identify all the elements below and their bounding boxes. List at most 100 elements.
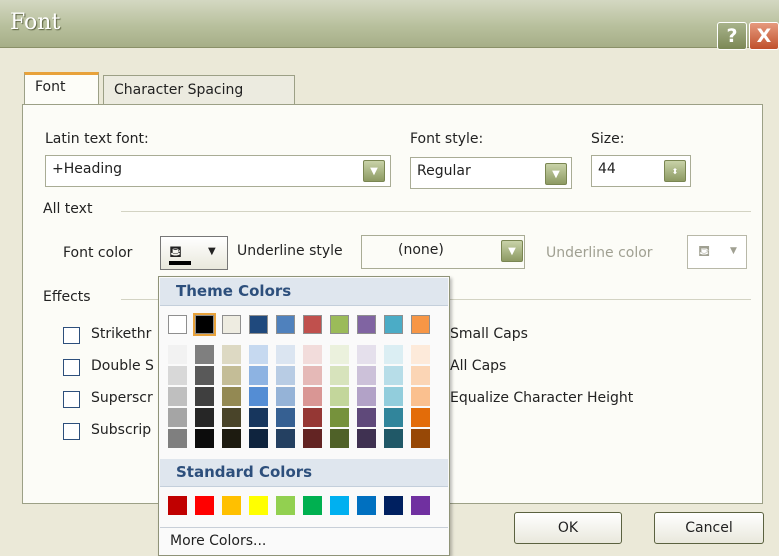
close-button[interactable]: X (749, 22, 779, 50)
tint-color-swatch[interactable] (384, 366, 403, 385)
tint-color-swatch[interactable] (357, 429, 376, 448)
font-color-label: Font color (63, 245, 133, 261)
tint-color-swatch[interactable] (357, 387, 376, 406)
chevron-down-icon: ▼ (730, 246, 737, 256)
tint-color-swatch[interactable] (249, 408, 268, 427)
theme-color-swatch[interactable] (384, 315, 403, 334)
underline-style-dropdown-icon[interactable]: ▼ (501, 240, 523, 262)
tint-color-swatch[interactable] (276, 345, 295, 364)
tint-color-swatch[interactable] (330, 366, 349, 385)
tint-color-swatch[interactable] (411, 408, 430, 427)
title-bar[interactable]: Font ? X (0, 0, 779, 50)
superscript-checkbox[interactable] (63, 391, 80, 408)
tint-color-swatch[interactable] (249, 429, 268, 448)
tint-color-swatch[interactable] (330, 387, 349, 406)
theme-color-swatch[interactable] (357, 315, 376, 334)
latin-font-dropdown-icon[interactable]: ▼ (363, 160, 385, 182)
tint-color-swatch[interactable] (195, 345, 214, 364)
theme-color-swatch[interactable] (303, 315, 322, 334)
tint-color-swatch[interactable] (222, 429, 241, 448)
equalize-height-label: Equalize Character Height (450, 390, 634, 406)
standard-color-swatch[interactable] (222, 496, 241, 515)
tint-color-swatch[interactable] (384, 408, 403, 427)
effects-section-label: Effects (43, 289, 91, 305)
tint-color-swatch[interactable] (276, 366, 295, 385)
double-strikethrough-checkbox[interactable] (63, 359, 80, 376)
font-color-button[interactable]: ⛾ ▼ (160, 236, 228, 270)
tint-color-swatch[interactable] (357, 366, 376, 385)
standard-color-swatch[interactable] (249, 496, 268, 515)
tint-color-swatch[interactable] (357, 408, 376, 427)
theme-color-swatch[interactable] (249, 315, 268, 334)
cancel-button[interactable]: Cancel (654, 512, 764, 544)
latin-font-value: +Heading (52, 161, 122, 177)
tint-color-swatch[interactable] (384, 429, 403, 448)
font-style-dropdown-icon[interactable]: ▼ (545, 163, 567, 185)
tint-color-swatch[interactable] (249, 366, 268, 385)
all-caps-label: All Caps (450, 358, 507, 374)
theme-color-swatch[interactable] (168, 315, 187, 334)
tint-color-swatch[interactable] (330, 429, 349, 448)
size-spinner-icon[interactable]: ⬍ (664, 160, 686, 182)
tab-character-spacing[interactable]: Character Spacing (103, 75, 295, 104)
standard-color-swatch[interactable] (357, 496, 376, 515)
tint-color-swatch[interactable] (168, 345, 187, 364)
tint-color-swatch[interactable] (303, 345, 322, 364)
tint-color-swatch[interactable] (222, 366, 241, 385)
tint-color-swatch[interactable] (222, 387, 241, 406)
tint-color-swatch[interactable] (168, 408, 187, 427)
tint-color-swatch[interactable] (411, 366, 430, 385)
tint-color-swatch[interactable] (276, 408, 295, 427)
standard-color-swatch[interactable] (411, 496, 430, 515)
tint-color-swatch[interactable] (303, 408, 322, 427)
tint-color-swatch[interactable] (222, 408, 241, 427)
tint-color-swatch[interactable] (195, 366, 214, 385)
tint-color-swatch[interactable] (384, 387, 403, 406)
tint-color-swatch[interactable] (384, 345, 403, 364)
tint-color-swatch[interactable] (303, 429, 322, 448)
theme-color-swatch[interactable] (276, 315, 295, 334)
strikethrough-label: Strikethr (91, 326, 152, 342)
tint-color-swatch[interactable] (276, 387, 295, 406)
ok-button[interactable]: OK (514, 512, 622, 544)
font-dialog: Font ? X Font Character Spacing Latin te… (0, 0, 779, 556)
tint-color-swatch[interactable] (168, 387, 187, 406)
latin-font-combobox[interactable]: +Heading (45, 155, 391, 187)
subscript-checkbox[interactable] (63, 423, 80, 440)
standard-color-swatch[interactable] (168, 496, 187, 515)
standard-color-swatch[interactable] (330, 496, 349, 515)
underline-color-button[interactable]: ⛾ ▼ (687, 235, 747, 269)
more-colors-item[interactable]: More Colors... (160, 527, 448, 555)
tint-color-swatch[interactable] (195, 408, 214, 427)
strikethrough-checkbox[interactable] (63, 327, 80, 344)
help-button[interactable]: ? (717, 22, 747, 50)
tint-color-swatch[interactable] (357, 345, 376, 364)
font-style-label: Font style: (410, 131, 484, 147)
tint-color-swatch[interactable] (330, 345, 349, 364)
theme-color-swatch[interactable] (411, 315, 430, 334)
standard-color-swatch[interactable] (276, 496, 295, 515)
theme-color-swatch[interactable] (222, 315, 241, 334)
tint-color-swatch[interactable] (303, 387, 322, 406)
tint-color-swatch[interactable] (411, 345, 430, 364)
tint-color-swatch[interactable] (168, 429, 187, 448)
tint-color-swatch[interactable] (249, 345, 268, 364)
standard-color-swatch[interactable] (303, 496, 322, 515)
tint-color-swatch[interactable] (411, 429, 430, 448)
tint-color-swatch[interactable] (249, 387, 268, 406)
size-value: 44 (598, 161, 616, 177)
font-color-picker: Theme Colors Standard Colors More Colors… (158, 276, 450, 556)
tint-color-swatch[interactable] (195, 387, 214, 406)
standard-color-swatch[interactable] (384, 496, 403, 515)
standard-color-swatch[interactable] (195, 496, 214, 515)
tab-font[interactable]: Font (24, 72, 99, 105)
tint-color-swatch[interactable] (276, 429, 295, 448)
theme-color-swatch[interactable] (193, 313, 216, 336)
tint-color-swatch[interactable] (195, 429, 214, 448)
tint-color-swatch[interactable] (168, 366, 187, 385)
theme-color-swatch[interactable] (330, 315, 349, 334)
tint-color-swatch[interactable] (222, 345, 241, 364)
tint-color-swatch[interactable] (330, 408, 349, 427)
tint-color-swatch[interactable] (303, 366, 322, 385)
tint-color-swatch[interactable] (411, 387, 430, 406)
